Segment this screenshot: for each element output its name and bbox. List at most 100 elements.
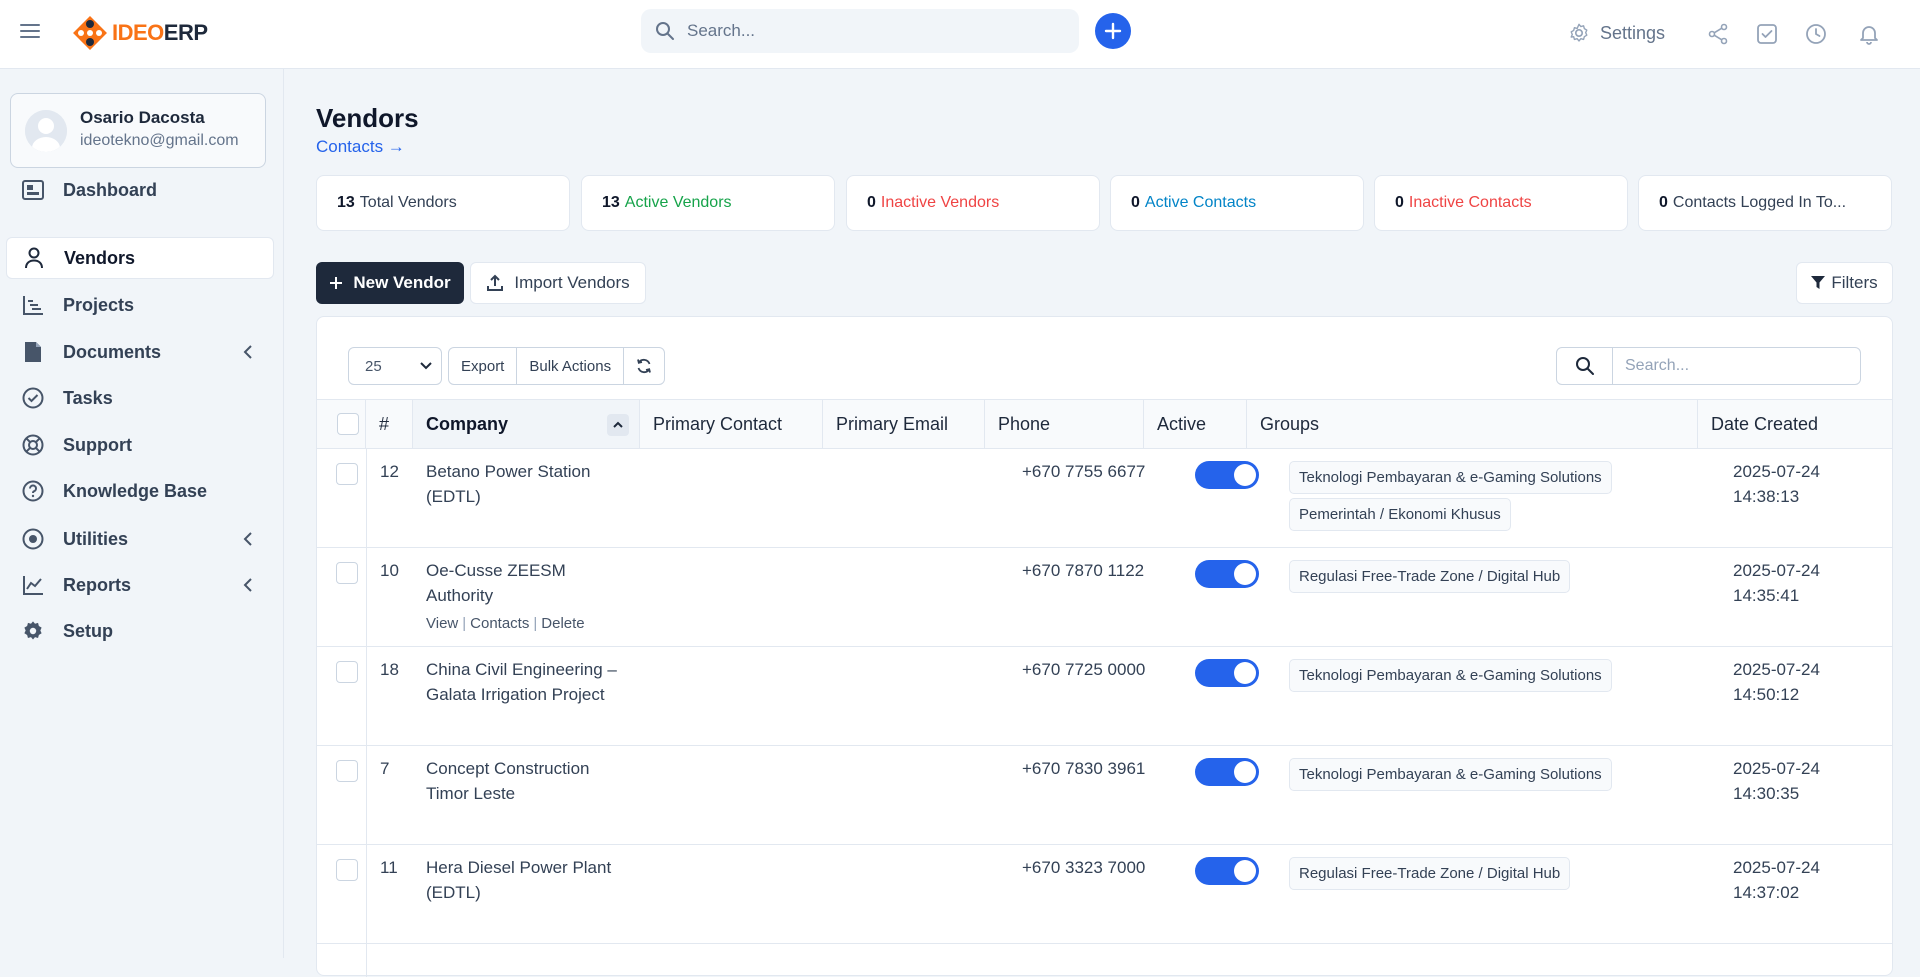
row-groups: Regulasi Free-Trade Zone / Digital Hub bbox=[1289, 857, 1571, 894]
stat-active-contacts[interactable]: 0 Active Contacts bbox=[1110, 175, 1364, 231]
menu-toggle-icon[interactable] bbox=[20, 24, 40, 40]
bell-icon[interactable] bbox=[1857, 22, 1881, 46]
table-row[interactable]: 11 Hera Diesel Power Plant (EDTL) +670 33… bbox=[317, 845, 1892, 944]
date: 2025-07-24 bbox=[1733, 660, 1820, 679]
column-header-primary-email[interactable]: Primary Email bbox=[823, 400, 985, 448]
global-search-input[interactable] bbox=[687, 21, 1047, 41]
select-all-checkbox[interactable] bbox=[337, 413, 359, 435]
stat-value: 0 bbox=[1659, 194, 1668, 211]
row-actions: View | Contacts | Delete bbox=[426, 615, 585, 632]
stat-total-vendors[interactable]: 13 Total Vendors bbox=[316, 175, 570, 231]
view-link[interactable]: View bbox=[426, 615, 458, 632]
table-row[interactable]: 12 Betano Power Station (EDTL) +670 7755 … bbox=[317, 449, 1892, 548]
active-toggle[interactable] bbox=[1195, 857, 1259, 885]
active-toggle[interactable] bbox=[1195, 758, 1259, 786]
stat-label: Inactive Contacts bbox=[1408, 194, 1532, 211]
stat-value: 0 bbox=[867, 194, 876, 211]
global-search[interactable] bbox=[641, 9, 1079, 53]
sort-ascending-button[interactable] bbox=[607, 414, 629, 436]
row-checkbox[interactable] bbox=[336, 463, 358, 485]
company-name-line: Galata Irrigation Project bbox=[426, 685, 605, 704]
row-date-created: 2025-07-24 14:50:12 bbox=[1733, 657, 1820, 707]
active-toggle[interactable] bbox=[1195, 560, 1259, 588]
date: 2025-07-24 bbox=[1733, 561, 1820, 580]
company-name-link[interactable]: Oe-Cusse ZEESM Authority View | Contacts | De… bbox=[426, 558, 636, 636]
logo-text-erp: ERP bbox=[163, 20, 208, 45]
row-checkbox[interactable] bbox=[336, 661, 358, 683]
row-checkbox[interactable] bbox=[336, 760, 358, 782]
active-toggle[interactable] bbox=[1195, 659, 1259, 687]
sidebar-item-documents[interactable]: Documents bbox=[6, 331, 274, 373]
export-button[interactable]: Export bbox=[449, 348, 518, 384]
stat-active-vendors[interactable]: 13 Active Vendors bbox=[581, 175, 835, 231]
stat-inactive-vendors[interactable]: 0 Inactive Vendors bbox=[846, 175, 1100, 231]
sidebar-item-vendors[interactable]: Vendors bbox=[6, 237, 274, 279]
row-id: 10 bbox=[380, 561, 399, 580]
user-profile-card[interactable]: Osario Dacosta ideotekno@gmail.com bbox=[10, 93, 266, 168]
gear-icon bbox=[22, 620, 44, 642]
sidebar-item-setup[interactable]: Setup bbox=[6, 610, 274, 652]
column-header-date-created[interactable]: Date Created bbox=[1698, 400, 1892, 448]
sidebar-item-tasks[interactable]: Tasks bbox=[6, 377, 274, 419]
checkbox-tasks-icon[interactable] bbox=[1755, 22, 1779, 46]
stat-label: Active Vendors bbox=[624, 194, 732, 211]
row-checkbox[interactable] bbox=[336, 859, 358, 881]
row-date-created: 2025-07-24 14:35:41 bbox=[1733, 558, 1820, 608]
sidebar-item-support[interactable]: Support bbox=[6, 424, 274, 466]
row-checkbox[interactable] bbox=[336, 562, 358, 584]
column-header-company[interactable]: Company bbox=[413, 400, 640, 448]
refresh-button[interactable] bbox=[624, 348, 664, 384]
app-logo[interactable]: IDEOERP bbox=[70, 13, 208, 53]
table-search[interactable] bbox=[1556, 347, 1861, 385]
column-header-groups[interactable]: Groups bbox=[1247, 400, 1698, 448]
column-header-id[interactable]: # bbox=[366, 400, 413, 448]
row-groups: Teknologi Pembayaran & e-Gaming Solution… bbox=[1289, 461, 1612, 535]
sidebar-item-label: Reports bbox=[63, 574, 132, 595]
avatar bbox=[25, 110, 67, 152]
stat-contacts-logged-in[interactable]: 0 Contacts Logged In To... bbox=[1638, 175, 1892, 231]
sidebar-item-knowledge-base[interactable]: Knowledge Base bbox=[6, 470, 274, 512]
company-name-link[interactable]: Hera Diesel Power Plant (EDTL) bbox=[426, 855, 636, 905]
sidebar-item-label: Setup bbox=[63, 620, 114, 641]
sidebar-item-reports[interactable]: Reports bbox=[6, 564, 274, 606]
per-page-select[interactable]: 25 bbox=[348, 347, 442, 385]
sidebar-item-projects[interactable]: Projects bbox=[6, 284, 274, 326]
table-search-input[interactable] bbox=[1613, 348, 1853, 384]
stat-value: 0 bbox=[1395, 194, 1404, 211]
table-row[interactable]: 7 Concept Construction Timor Leste +670 7… bbox=[317, 746, 1892, 845]
contacts-link[interactable]: Contacts → bbox=[316, 137, 405, 157]
column-header-phone[interactable]: Phone bbox=[985, 400, 1144, 448]
filters-button[interactable]: Filters bbox=[1796, 262, 1893, 304]
sidebar-item-label: Tasks bbox=[63, 387, 113, 408]
settings-label: Settings bbox=[1600, 22, 1666, 43]
sidebar-item-utilities[interactable]: Utilities bbox=[6, 518, 274, 560]
stat-inactive-contacts[interactable]: 0 Inactive Contacts bbox=[1374, 175, 1628, 231]
bulk-actions-button[interactable]: Bulk Actions bbox=[517, 348, 625, 384]
column-header-primary-contact[interactable]: Primary Contact bbox=[640, 400, 823, 448]
company-name-link[interactable]: Concept Construction Timor Leste bbox=[426, 756, 636, 806]
column-header-active[interactable]: Active bbox=[1144, 400, 1247, 448]
company-name-line: Timor Leste bbox=[426, 784, 516, 803]
company-name-line: China Civil Engineering – bbox=[426, 660, 617, 679]
table-search-button[interactable] bbox=[1557, 348, 1613, 384]
table-row[interactable]: 10 Oe-Cusse ZEESM Authority View | Contacts… bbox=[317, 548, 1892, 647]
settings-link[interactable]: Settings bbox=[1568, 22, 1665, 44]
contacts-row-link[interactable]: Contacts bbox=[470, 615, 529, 632]
company-name-link[interactable]: Betano Power Station (EDTL) bbox=[426, 459, 636, 509]
stat-value: 13 bbox=[602, 194, 620, 211]
company-name-link[interactable]: China Civil Engineering – Galata Irrigati… bbox=[426, 657, 636, 707]
import-vendors-button[interactable]: Import Vendors bbox=[470, 262, 646, 304]
delete-link[interactable]: Delete bbox=[541, 615, 584, 632]
filters-label: Filters bbox=[1831, 273, 1878, 292]
sidebar-item-label: Knowledge Base bbox=[63, 480, 208, 501]
new-vendor-button[interactable]: New Vendor bbox=[316, 262, 464, 304]
row-phone: +670 7870 1122 bbox=[1022, 561, 1145, 580]
stat-label: Active Contacts bbox=[1144, 194, 1257, 211]
quick-add-button[interactable] bbox=[1095, 13, 1131, 49]
sidebar-item-dashboard[interactable]: Dashboard bbox=[6, 169, 274, 211]
active-toggle[interactable] bbox=[1195, 461, 1259, 489]
clock-icon[interactable] bbox=[1804, 22, 1828, 46]
company-name-line: (EDTL) bbox=[426, 487, 481, 506]
table-row[interactable]: 18 China Civil Engineering – Galata Irrig… bbox=[317, 647, 1892, 746]
share-icon[interactable] bbox=[1706, 22, 1730, 46]
